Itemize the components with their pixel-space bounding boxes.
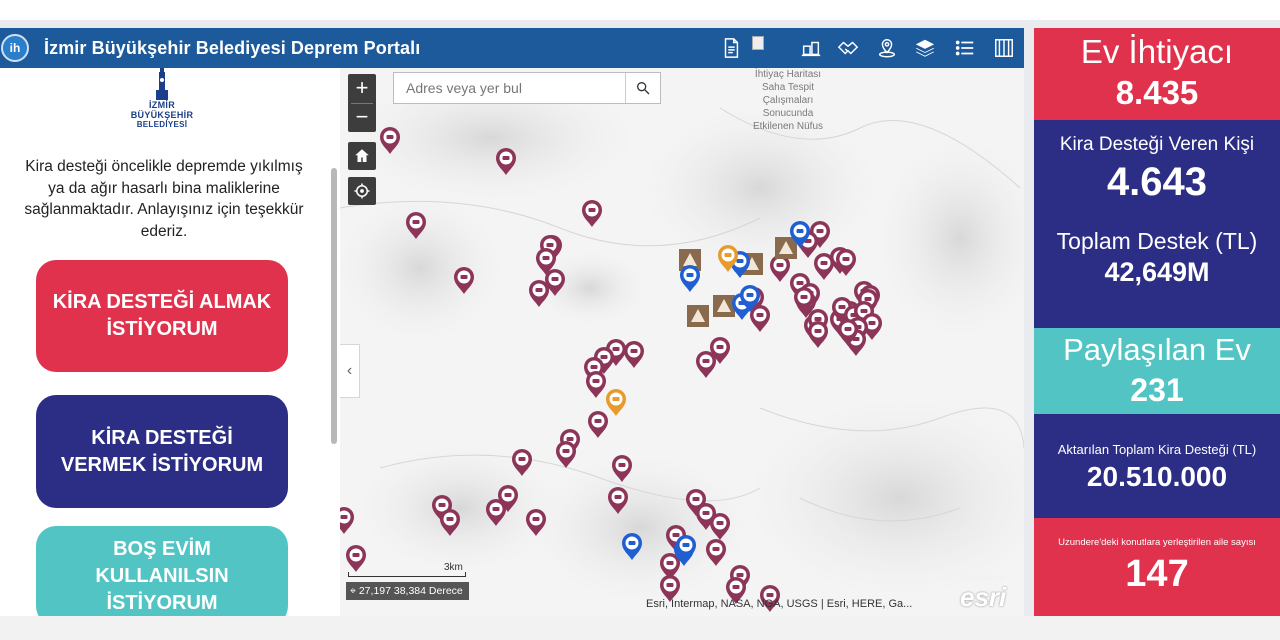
legend-icon[interactable]	[989, 34, 1019, 62]
map-marker-icon[interactable]	[406, 212, 426, 239]
stat-value: 147	[1125, 553, 1189, 595]
map-marker-icon[interactable]	[586, 371, 606, 398]
clock-tower-icon	[156, 68, 168, 100]
logo-line-3: BELEDİYESİ	[136, 120, 188, 129]
map-marker-icon[interactable]	[680, 265, 700, 292]
tent-marker-icon[interactable]	[687, 305, 709, 327]
home-icon	[355, 149, 369, 162]
map-marker-icon[interactable]	[710, 513, 730, 540]
stat-value: 8.435	[1115, 74, 1199, 111]
app-logo[interactable]: ih	[1, 34, 29, 62]
home-button[interactable]	[348, 142, 376, 170]
map-marker-icon[interactable]	[606, 389, 626, 416]
list-icon[interactable]	[950, 34, 980, 62]
app-title: İzmir Büyükşehir Belediyesi Deprem Porta…	[44, 38, 421, 58]
map-marker-icon[interactable]	[454, 267, 474, 294]
scrollbar[interactable]	[331, 168, 337, 444]
coordinate-text: 27,197 38,384 Derece	[358, 585, 463, 597]
layers-icon[interactable]	[910, 34, 940, 62]
coordinate-readout: ⌖ 27,197 38,384 Derece	[346, 582, 469, 600]
stat-label: Kira Desteği Veren Kişi	[1059, 134, 1255, 155]
map-marker-icon[interactable]	[486, 499, 506, 526]
marker-layer	[340, 127, 882, 612]
rent-support-request-button[interactable]: KİRA DESTEĞİ ALMAK İSTİYORUM	[36, 260, 288, 372]
tent-marker-icon[interactable]	[775, 237, 797, 259]
map-marker-icon[interactable]	[582, 200, 602, 227]
map-marker-icon[interactable]	[750, 305, 770, 332]
map[interactable]: + − İhtiyaç Haritası Saha Tespit Çalışma…	[340, 68, 1024, 616]
document-icon[interactable]	[716, 34, 746, 62]
map-marker-icon[interactable]	[624, 341, 644, 368]
stat-label: Aktarılan Toplam Kira Desteği (TL)	[1057, 442, 1257, 457]
stat-value: 231	[1130, 372, 1184, 408]
left-panel: İZMİR BÜYÜKŞEHİR BELEDİYESİ Kira desteği…	[0, 68, 340, 616]
map-marker-icon[interactable]	[770, 255, 790, 282]
tent-marker-icon[interactable]	[713, 295, 735, 317]
rent-support-give-button[interactable]: KİRA DESTEĞİ VERMEK İSTİYORUM	[36, 395, 288, 508]
stat-shared-houses: Paylaşılan Ev 231	[1034, 328, 1280, 414]
scale-bar: 3km	[348, 562, 468, 578]
broken-image-icon	[752, 36, 764, 50]
stats-panel: Ev İhtiyacı 8.435 Kira Desteği Veren Kiş…	[1034, 28, 1280, 616]
map-marker-icon[interactable]	[808, 321, 828, 348]
map-marker-icon[interactable]	[340, 507, 354, 534]
location-icon[interactable]	[872, 34, 902, 62]
stat-supporters: Kira Desteği Veren Kişi 4.643 Toplam Des…	[1034, 120, 1280, 328]
bottom-strip	[0, 616, 1280, 640]
stat-label-total-support: Toplam Destek (TL)	[1056, 228, 1258, 254]
map-marker-icon[interactable]	[622, 533, 642, 560]
handshake-icon[interactable]	[833, 34, 863, 62]
collapse-panel-button[interactable]: ‹	[340, 344, 360, 398]
map-attribution[interactable]: Esri, Intermap, NASA, NGA, USGS | Esri, …	[646, 598, 912, 610]
map-marker-icon[interactable]	[556, 441, 576, 468]
map-marker-icon[interactable]	[612, 455, 632, 482]
notice-text: Kira desteği öncelikle depremde yıkılmış…	[24, 158, 304, 240]
esri-wordmark: esri	[960, 582, 1007, 612]
map-marker-icon[interactable]	[608, 487, 628, 514]
broken-image-alt-text: İhtiyaç Haritası Saha Tespit Çalışmaları…	[752, 69, 824, 132]
logo-line-1: İZMİR	[149, 100, 175, 110]
stat-label: Uzundere'deki konutlara yerleştirilen ai…	[1058, 537, 1256, 548]
locate-button[interactable]	[348, 177, 376, 205]
crosshair-small-icon: ⌖	[350, 585, 359, 597]
stat-housing-need: Ev İhtiyacı 8.435	[1034, 28, 1280, 120]
search-input[interactable]	[394, 73, 626, 103]
map-marker-icon[interactable]	[529, 280, 549, 307]
top-strip	[0, 0, 1280, 20]
ibb-logo: İZMİR BÜYÜKŞEHİR BELEDİYESİ	[118, 68, 206, 132]
zoom-in-button[interactable]: +	[348, 74, 376, 103]
map-marker-icon[interactable]	[696, 351, 716, 378]
search-icon	[637, 82, 650, 95]
zoom-control: + −	[348, 74, 376, 132]
layers-tool-icon[interactable]	[796, 34, 826, 62]
map-marker-icon[interactable]	[496, 148, 516, 175]
search-button[interactable]	[625, 73, 660, 103]
map-marker-icon[interactable]	[512, 449, 532, 476]
stat-label: Paylaşılan Ev	[1063, 332, 1251, 367]
crosshair-icon	[354, 183, 370, 199]
stat-uzundere-families: Uzundere'deki konutlara yerleştirilen ai…	[1034, 518, 1280, 616]
esri-logo[interactable]: POWERED BY esri	[960, 576, 1020, 612]
map-marker-icon[interactable]	[706, 539, 726, 566]
stat-value: 4.643	[1106, 160, 1208, 204]
map-marker-icon[interactable]	[440, 509, 460, 536]
stat-transferred-support: Aktarılan Toplam Kira Desteği (TL) 20.51…	[1034, 414, 1280, 518]
stat-label: Ev İhtiyacı	[1080, 33, 1234, 70]
address-search	[393, 72, 661, 104]
map-marker-icon[interactable]	[588, 411, 608, 438]
app-header: ih İzmir Büyükşehir Belediyesi Deprem Po…	[0, 28, 1024, 68]
map-marker-icon[interactable]	[526, 509, 546, 536]
zoom-out-button[interactable]: −	[348, 103, 376, 132]
logo-line-2: BÜYÜKŞEHİR	[130, 110, 194, 120]
stat-value-total-support: 42,649M	[1104, 257, 1210, 287]
empty-house-button[interactable]: BOŞ EVİM KULLANILSIN İSTİYORUM	[36, 526, 288, 616]
stat-value: 20.510.000	[1086, 461, 1228, 492]
map-marker-icon[interactable]	[380, 127, 400, 154]
